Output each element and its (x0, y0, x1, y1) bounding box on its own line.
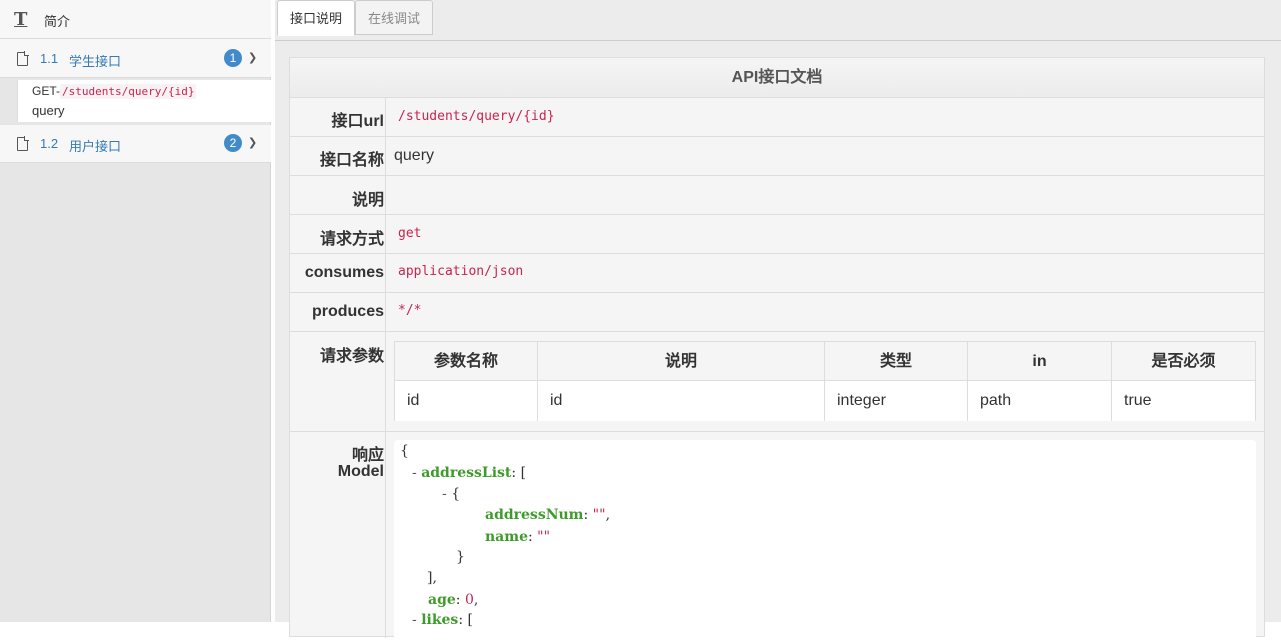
json-punct: : (455, 592, 461, 608)
sidebar-group-students[interactable]: 1.1 学生接口 1 ❯ (0, 39, 271, 78)
json-punct: : (458, 612, 464, 628)
count-badge: 1 (224, 49, 242, 67)
group-name: 用户接口 (69, 139, 122, 154)
params-header-name: 参数名称 (395, 342, 538, 381)
row-divider (290, 431, 1264, 432)
table-cell: integer (825, 381, 968, 421)
label-description: 说明 (351, 192, 384, 209)
json-key: addressNum (485, 507, 584, 523)
collapse-toggle[interactable]: - (412, 465, 417, 481)
sidebar-item-intro[interactable]: T 简介 (0, 0, 271, 39)
params-header-required: 是否必须 (1112, 342, 1255, 381)
json-line: - addressList: [ (412, 465, 526, 481)
json-line: - { (442, 486, 460, 502)
json-brace: } (456, 549, 465, 565)
document-icon (17, 136, 29, 151)
table-cell: id (538, 381, 825, 421)
doc-title: API接口文档 (290, 58, 1264, 98)
table-cell: id (395, 381, 538, 421)
json-number: 0 (464, 592, 474, 608)
table-cell: path (968, 381, 1112, 421)
json-key: age (428, 592, 456, 608)
json-punct: : (511, 465, 517, 481)
value-name: query (394, 147, 435, 164)
sidebar-item-label: 简介 (44, 14, 71, 29)
collapse-toggle[interactable]: - (442, 486, 447, 502)
label-consumes: consumes (304, 264, 384, 281)
table-cell: true (1112, 381, 1255, 421)
params-header-in: in (968, 342, 1112, 381)
count-badge: 2 (224, 134, 242, 152)
chevron-down-icon[interactable]: ❯ (248, 136, 257, 149)
group-number: 1.1 (40, 51, 59, 66)
json-line: name: "" (485, 529, 550, 545)
json-string: "" (537, 529, 551, 545)
json-string: "" (592, 507, 606, 523)
tab-online-debug[interactable]: 在线调试 (355, 0, 434, 35)
main-panel: 接口说明 在线调试 API接口文档 接口url /students/query/… (275, 0, 1281, 640)
value-produces: */* (398, 303, 422, 318)
label-method: 请求方式 (319, 231, 384, 248)
column-divider (385, 98, 386, 638)
api-doc-card: API接口文档 接口url /students/query/{id} 接口名称 … (289, 57, 1265, 640)
json-punct: [ (467, 612, 473, 628)
chevron-down-icon[interactable]: ❯ (248, 51, 257, 64)
group-name: 学生接口 (69, 54, 122, 69)
json-brace: { (451, 486, 461, 502)
json-punct: , (605, 507, 611, 523)
value-url: /students/query/{id} (398, 109, 555, 124)
row-divider (290, 214, 1264, 215)
json-key: name (485, 529, 528, 545)
json-punct: , (473, 592, 479, 608)
json-key: addressList (421, 465, 512, 481)
endpoint-method-path[interactable]: GET-/students/query/{id} (32, 84, 197, 99)
label-params: 请求参数 (319, 348, 384, 365)
row-divider (290, 175, 1264, 176)
json-line: - likes: [ (412, 612, 473, 628)
sidebar: T 简介 1.1 学生接口 1 ❯ GET-/students/query/{i… (0, 0, 272, 622)
params-header-desc: 说明 (538, 342, 825, 381)
json-key: likes (421, 612, 459, 628)
endpoint-path: /students/query/{id} (60, 84, 197, 99)
response-model-viewer: { - addressList: [ - { addressNum: "", n… (394, 440, 1256, 640)
json-punct: ], (427, 570, 437, 586)
json-punct: : (583, 507, 589, 523)
params-header-type: 类型 (825, 342, 968, 381)
text-icon: T (14, 9, 28, 30)
params-table: 参数名称 说明 类型 in 是否必须 id id integer path tr… (394, 341, 1256, 421)
row-divider (290, 136, 1264, 137)
value-consumes: application/json (398, 264, 524, 279)
json-brace: { (400, 443, 409, 459)
row-divider (290, 331, 1264, 332)
label-response: 响应 (351, 447, 384, 464)
tab-api-doc[interactable]: 接口说明 (277, 0, 356, 36)
row-divider (290, 292, 1264, 293)
label-name: 接口名称 (319, 152, 384, 169)
row-divider (290, 253, 1264, 254)
label-url: 接口url (331, 113, 384, 130)
endpoint-name[interactable]: query (32, 103, 65, 118)
group-number: 1.2 (40, 136, 59, 151)
json-line: addressNum: "", (485, 507, 610, 523)
sidebar-group-users[interactable]: 1.2 用户接口 2 ❯ (0, 125, 271, 163)
collapse-toggle[interactable]: - (412, 612, 417, 628)
document-icon (17, 51, 29, 66)
label-produces: produces (311, 303, 384, 320)
label-model: Model (337, 463, 384, 480)
tab-bar: 接口说明 在线调试 (275, 0, 1281, 41)
endpoint-method: GET- (32, 84, 61, 98)
value-method: get (398, 226, 422, 241)
json-line: age: 0, (428, 592, 478, 608)
json-punct: [ (520, 465, 527, 481)
json-punct: : (527, 529, 533, 545)
